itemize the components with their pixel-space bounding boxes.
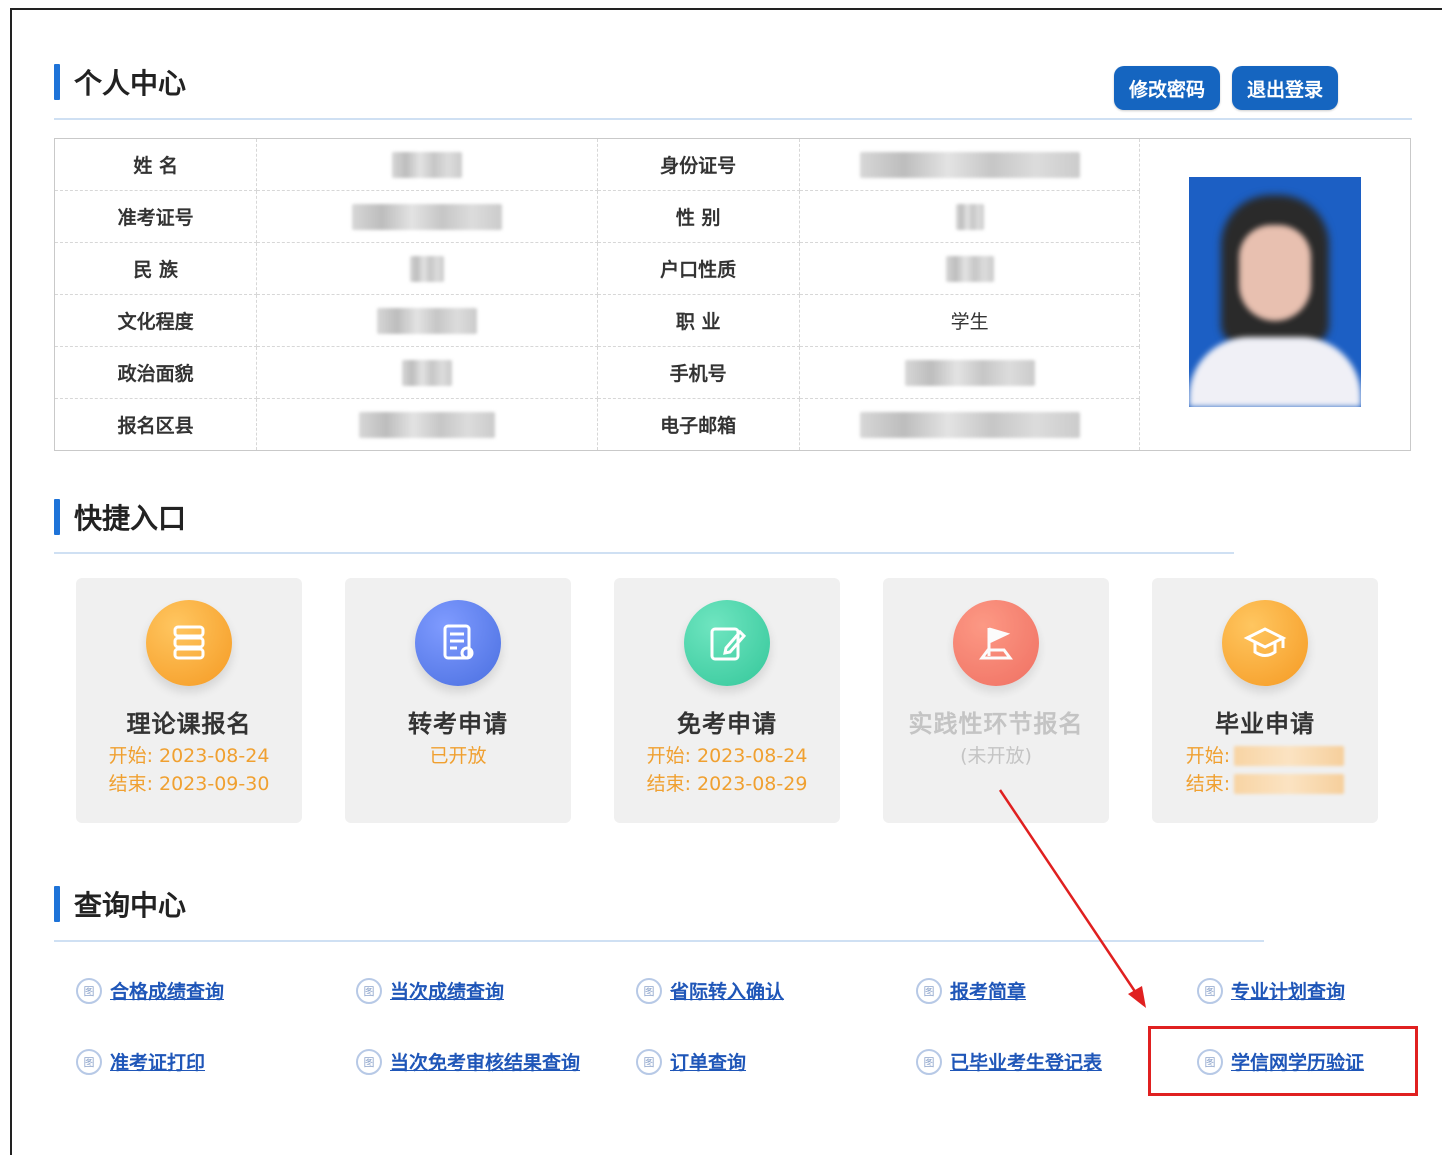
annotation-highlight-box [1148, 1026, 1418, 1096]
annotation-arrow [998, 789, 1146, 1008]
